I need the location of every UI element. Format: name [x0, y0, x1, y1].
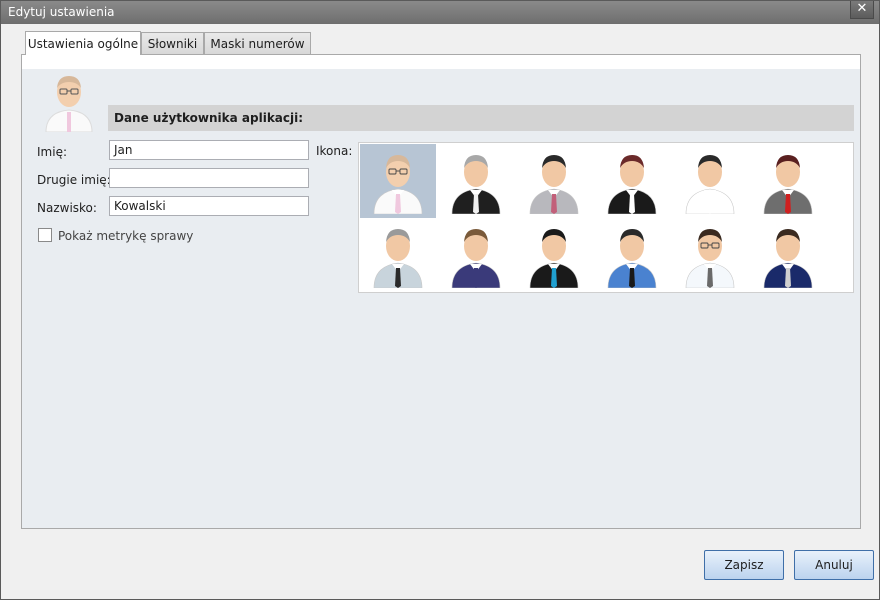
icon-picker: [358, 142, 854, 293]
user-data-header: Dane użytkownika aplikacji:: [108, 105, 854, 131]
user-icon-4[interactable]: [594, 144, 670, 218]
tab-dictionaries[interactable]: Słowniki: [141, 32, 204, 54]
user-icon: [529, 155, 579, 214]
middle-name-field[interactable]: [109, 168, 309, 188]
user-icon-2[interactable]: [438, 144, 514, 218]
tab-general-settings[interactable]: Ustawienia ogólne: [25, 31, 141, 55]
cancel-button[interactable]: Anuluj: [794, 550, 874, 580]
user-icon: [451, 155, 501, 214]
user-icon-1[interactable]: [360, 144, 436, 218]
user-icon-9[interactable]: [516, 218, 592, 292]
last-name-field[interactable]: Kowalski: [109, 196, 309, 216]
user-icon: [685, 229, 735, 288]
user-icon-3[interactable]: [516, 144, 592, 218]
user-icon-8[interactable]: [438, 218, 514, 292]
title-bar: Edytuj ustawienia ✕: [1, 1, 879, 24]
user-avatar-icon: [45, 76, 93, 132]
user-icon-6[interactable]: [750, 144, 826, 218]
show-metric-label[interactable]: Pokaż metrykę sprawy: [58, 229, 193, 243]
first-name-label: Imię:: [37, 145, 67, 159]
middle-name-label: Drugie imię:: [37, 173, 111, 187]
user-icon: [607, 155, 657, 214]
user-icon-5[interactable]: [672, 144, 748, 218]
user-icon: [451, 229, 501, 288]
user-icon: [607, 229, 657, 288]
show-metric-checkbox[interactable]: [38, 228, 52, 242]
panel-top-strip: [22, 55, 860, 69]
section-title: Dane użytkownika aplikacji:: [114, 111, 304, 125]
user-icon: [685, 155, 735, 214]
user-icon-12[interactable]: [750, 218, 826, 292]
user-icon-7[interactable]: [360, 218, 436, 292]
last-name-label: Nazwisko:: [37, 201, 97, 215]
tab-number-masks[interactable]: Maski numerów: [204, 32, 311, 54]
user-icon: [373, 229, 423, 288]
user-icon: [373, 155, 423, 214]
general-settings-panel: Dane użytkownika aplikacji: Imię: Jan Dr…: [21, 54, 861, 529]
user-icon: [763, 229, 813, 288]
user-icon: [529, 229, 579, 288]
user-icon-10[interactable]: [594, 218, 670, 292]
settings-dialog: Edytuj ustawienia ✕ Ustawienia ogólne Sł…: [0, 0, 880, 600]
save-button[interactable]: Zapisz: [704, 550, 784, 580]
user-icon-11[interactable]: [672, 218, 748, 292]
window-title: Edytuj ustawienia: [8, 5, 115, 19]
first-name-field[interactable]: Jan: [109, 140, 309, 160]
user-icon: [763, 155, 813, 214]
close-button[interactable]: ✕: [850, 1, 874, 19]
icon-label: Ikona:: [316, 144, 353, 158]
